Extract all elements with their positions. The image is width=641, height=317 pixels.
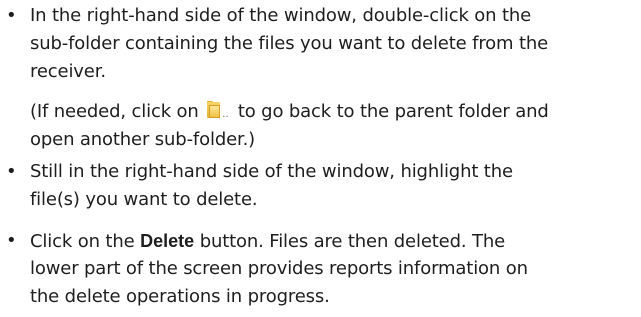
instruction-document: • In the right-hand side of the window, … xyxy=(0,0,641,317)
bullet-marker: • xyxy=(6,230,17,251)
bullet-3-text-after: button. Files are then deleted. The xyxy=(199,231,506,252)
note-line-2: open another sub-folder.) xyxy=(30,129,256,150)
bullet-item-1: In the right-hand side of the window, do… xyxy=(30,2,638,86)
parent-dir-label: .. xyxy=(222,109,229,120)
delete-button-label: Delete xyxy=(140,231,195,251)
bullet-3-line-2: lower part of the screen provides report… xyxy=(30,258,528,279)
bullet-1-line-1: In the right-hand side of the window, do… xyxy=(30,5,532,26)
bullet-2-line-1: Still in the right-hand side of the wind… xyxy=(30,161,513,182)
bullet-2-line-2: file(s) you want to delete. xyxy=(30,189,258,210)
bullet-item-2: Still in the right-hand side of the wind… xyxy=(30,158,638,214)
bullet-3-text-before: Click on the xyxy=(30,231,135,252)
note-text-before: (If needed, click on xyxy=(30,101,199,122)
bullet-marker: • xyxy=(6,5,17,26)
note-paragraph: (If needed, click on .. to go back to th… xyxy=(30,98,638,154)
bullet-1-line-2: sub-folder containing the files you want… xyxy=(30,33,549,54)
bullet-3-line-3: the delete operations in progress. xyxy=(30,286,330,307)
bullet-item-3: Click on the Delete button. Files are th… xyxy=(30,227,638,311)
bullet-marker: • xyxy=(6,161,17,182)
note-text-after: to go back to the parent folder and xyxy=(237,101,549,122)
bullet-1-line-3: receiver. xyxy=(30,61,106,82)
note-line-1: (If needed, click on .. to go back to th… xyxy=(30,98,638,126)
bullet-3-line-1: Click on the Delete button. Files are th… xyxy=(30,227,638,255)
folder-up-icon: .. xyxy=(206,101,230,120)
